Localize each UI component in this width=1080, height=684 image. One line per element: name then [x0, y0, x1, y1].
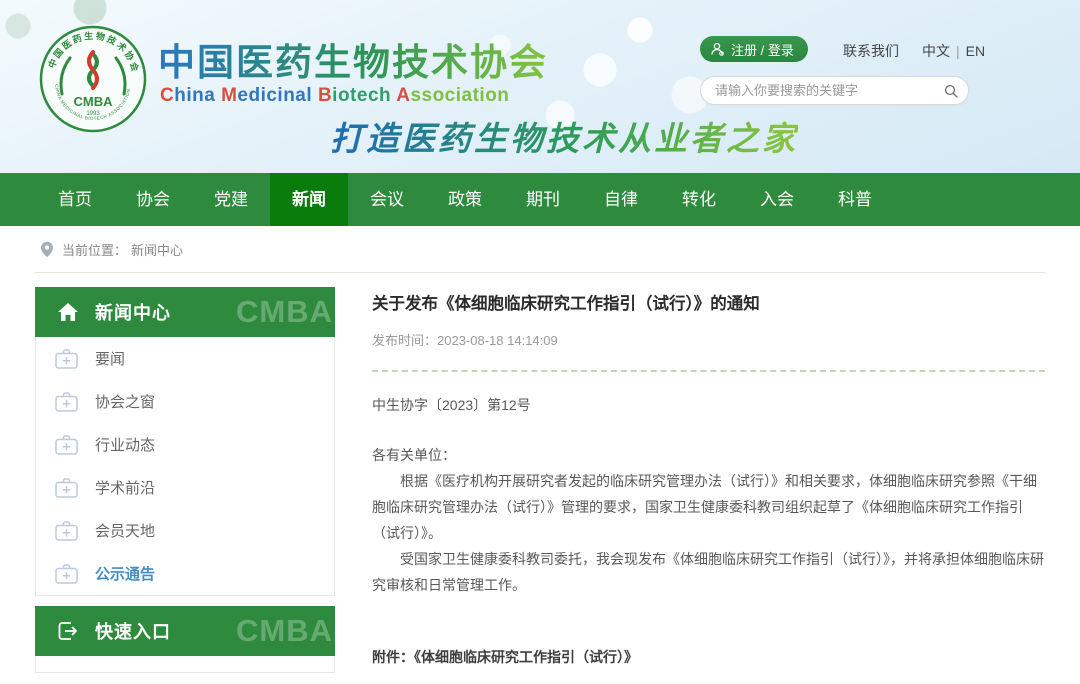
logo-acronym: CMBA: [74, 94, 114, 109]
search-input[interactable]: [701, 83, 944, 98]
search-button[interactable]: [944, 84, 968, 98]
logo-year: 1993: [86, 111, 100, 117]
sidebar-item-label: 会员天地: [95, 520, 155, 541]
nav-item-label: 协会: [136, 190, 170, 209]
sidebar-item-academic-frontier[interactable]: 学术前沿: [36, 466, 334, 509]
attachment-line[interactable]: 附件：《体细胞临床研究工作指引（试行）》: [372, 644, 1045, 670]
contact-us-link[interactable]: 联系我们: [843, 41, 899, 61]
sidebar-quick-entry-title: 快速入口: [95, 618, 171, 644]
nav-item-label: 首页: [58, 190, 92, 209]
nav-item-label: 自律: [604, 190, 638, 209]
lang-divider: |: [956, 43, 960, 59]
article-body: 中生协字〔2023〕第12号 各有关单位： 根据《医疗机构开展研究者发起的临床研…: [372, 392, 1045, 670]
association-logo: 中国医药生物技术协会 CHINA MEDICINAL BIOTECH ASSOC…: [38, 24, 148, 134]
nav-item-label: 新闻: [292, 190, 326, 209]
briefcase-plus-icon: [54, 562, 79, 585]
briefcase-plus-icon: [54, 390, 79, 413]
breadcrumb: 当前位置：新闻中心: [40, 240, 183, 259]
briefcase-plus-icon: [54, 433, 79, 456]
sidebar-item-label: 行业动态: [95, 434, 155, 455]
nav-item-science[interactable]: 科普: [816, 173, 894, 226]
nav-item-journal[interactable]: 期刊: [504, 173, 582, 226]
nav-item-label: 科普: [838, 190, 872, 209]
lang-en[interactable]: EN: [966, 43, 985, 59]
language-switch[interactable]: 中文 | EN: [922, 41, 985, 61]
sidebar-item-member-world[interactable]: 会员天地: [36, 509, 334, 552]
article-title: 关于发布《体细胞临床研究工作指引（试行）》的通知: [372, 290, 1045, 314]
nav-item-self-discipline[interactable]: 自律: [582, 173, 660, 226]
home-icon: [57, 302, 79, 322]
sidebar-quick-entry-watermark: CMBA: [236, 613, 333, 649]
sidebar-item-label: 要闻: [95, 348, 125, 369]
nav-item-meetings[interactable]: 会议: [348, 173, 426, 226]
document-number: 中生协字〔2023〕第12号: [372, 392, 1045, 418]
paragraph-text: 受国家卫生健康委科教司委托，我会现发布《体细胞临床研究工作指引（试行）》，并将承…: [372, 551, 1044, 593]
register-login-label: 注册 / 登录: [731, 40, 794, 59]
sidebar-news-center-title: 新闻中心: [95, 299, 171, 325]
breadcrumb-divider: [35, 272, 1045, 273]
sidebar-item-industry-trends[interactable]: 行业动态: [36, 423, 334, 466]
site-slogan: 打造医药生物技术从业者之家: [330, 112, 798, 160]
briefcase-plus-icon: [54, 476, 79, 499]
nav-item-label: 政策: [448, 190, 482, 209]
main-navigation: 首页 协会 党建 新闻 会议 政策 期刊 自律 转化 入会: [0, 173, 1080, 226]
nav-item-policy[interactable]: 政策: [426, 173, 504, 226]
nav-item-news[interactable]: 新闻: [270, 173, 348, 226]
sidebar-item-association-window[interactable]: 协会之窗: [36, 380, 334, 423]
article-publish-time: 发布时间：2023-08-18 14:14:09: [372, 330, 1045, 349]
lang-zh[interactable]: 中文: [922, 43, 950, 59]
nav-item-label: 会议: [370, 190, 404, 209]
breadcrumb-label: 当前位置：: [62, 240, 127, 259]
search-icon: [944, 84, 958, 98]
briefcase-plus-icon: [54, 519, 79, 542]
sidebar-quick-entry-header: 快速入口 CMBA: [35, 606, 335, 656]
sidebar-item-public-notices[interactable]: 公示通告: [36, 552, 334, 595]
nav-item-home[interactable]: 首页: [36, 173, 114, 226]
publish-time-label: 发布时间：: [372, 333, 437, 348]
article-area: 关于发布《体细胞临床研究工作指引（试行）》的通知 发布时间：2023-08-18…: [372, 290, 1045, 684]
sidebar: 新闻中心 CMBA 要闻: [35, 287, 335, 673]
register-login-button[interactable]: 注册 / 登录: [700, 36, 808, 62]
sidebar-item-top-news[interactable]: 要闻: [36, 337, 334, 380]
article-paragraphs: 根据《医疗机构开展研究者发起的临床研究管理办法（试行）》和相关要求，体细胞临床研…: [372, 468, 1045, 598]
sidebar-item-label: 公示通告: [95, 563, 155, 584]
nav-item-association[interactable]: 协会: [114, 173, 192, 226]
article-paragraph: 根据《医疗机构开展研究者发起的临床研究管理办法（试行）》和相关要求，体细胞临床研…: [372, 468, 1045, 546]
site-header: 中国医药生物技术协会 CHINA MEDICINAL BIOTECH ASSOC…: [0, 0, 1080, 173]
publish-time-value: 2023-08-18 14:14:09: [437, 333, 558, 348]
sidebar-news-list: 要闻 协会之窗: [35, 337, 335, 596]
nav-item-label: 入会: [760, 190, 794, 209]
nav-item-transformation[interactable]: 转化: [660, 173, 738, 226]
sidebar-item-label: 协会之窗: [95, 391, 155, 412]
location-pin-icon: [40, 241, 54, 258]
sidebar-quick-entry-body: [35, 656, 335, 673]
salutation: 各有关单位：: [372, 442, 1045, 468]
site-subtitle: China Medicinal Biotech Association: [160, 85, 509, 107]
nav-item-party-building[interactable]: 党建: [192, 173, 270, 226]
sidebar-item-label: 学术前沿: [95, 477, 155, 498]
user-icon: [710, 42, 725, 57]
quick-entry-icon: [57, 621, 79, 641]
sidebar-news-center-header: 新闻中心 CMBA: [35, 287, 335, 337]
nav-item-label: 党建: [214, 190, 248, 209]
article-paragraph: 受国家卫生健康委科教司委托，我会现发布《体细胞临床研究工作指引（试行）》，并将承…: [372, 546, 1045, 598]
briefcase-plus-icon: [54, 347, 79, 370]
paragraph-text: 根据《医疗机构开展研究者发起的临床研究管理办法（试行）》和相关要求，体细胞临床研…: [372, 473, 1037, 541]
nav-item-label: 期刊: [526, 190, 560, 209]
dashed-separator: [372, 370, 1045, 372]
nav-item-label: 转化: [682, 190, 716, 209]
breadcrumb-current[interactable]: 新闻中心: [131, 240, 183, 259]
sidebar-watermark: CMBA: [236, 294, 333, 330]
search-box: [700, 76, 969, 105]
site-title: 中国医药生物技术协会: [158, 32, 548, 86]
nav-item-membership[interactable]: 入会: [738, 173, 816, 226]
